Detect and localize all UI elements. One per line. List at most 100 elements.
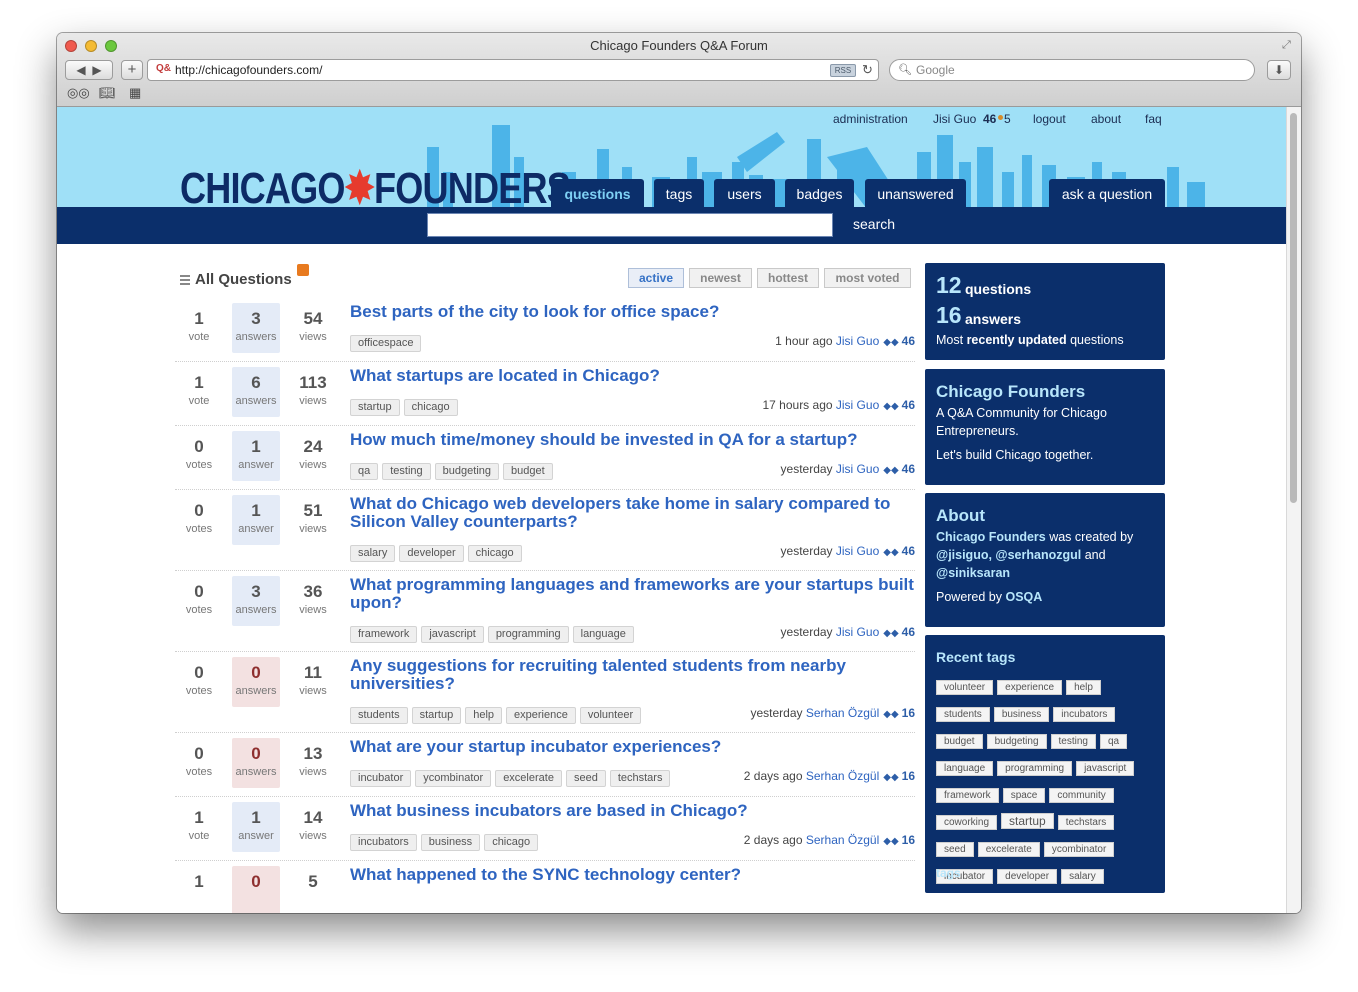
question-author-link[interactable]: Jisi Guo [836, 334, 879, 348]
question-tag[interactable]: startup [411, 707, 462, 724]
recent-tag[interactable]: qa [1100, 734, 1128, 749]
question-title-link[interactable]: What are your startup incubator experien… [350, 738, 915, 756]
recent-tag[interactable]: students [936, 707, 990, 722]
recent-tag[interactable]: programming [997, 761, 1073, 776]
question-tag[interactable]: chicago [467, 545, 522, 562]
question-tag[interactable]: developer [399, 545, 464, 562]
question-tag[interactable]: volunteer [579, 707, 642, 724]
ask-question-button[interactable]: ask a question [1049, 179, 1165, 207]
recent-tag[interactable]: excelerate [977, 842, 1040, 857]
question-title-link[interactable]: What programming languages and framework… [350, 576, 915, 612]
question-author-link[interactable]: Serhan Özgül [806, 706, 879, 720]
question-tag[interactable]: language [572, 626, 634, 643]
question-tag[interactable]: qa [350, 463, 379, 480]
forward-icon[interactable]: ▶ [92, 63, 101, 77]
sort-hottest[interactable]: hottest [757, 268, 819, 288]
recent-tag[interactable]: testing [1050, 734, 1096, 749]
question-title-link[interactable]: What startups are located in Chicago? [350, 367, 915, 385]
about-creators[interactable]: @jisiguo, @serhanozgul [936, 548, 1081, 562]
question-tag[interactable]: chicago [484, 834, 539, 851]
about-link[interactable]: about [1091, 112, 1121, 126]
recent-tag[interactable]: budget [936, 734, 983, 749]
tab-badges[interactable]: badges [785, 179, 854, 207]
question-title-link[interactable]: Best parts of the city to look for offic… [350, 303, 915, 321]
question-tag[interactable]: techstars [609, 770, 671, 787]
question-tag[interactable]: business [420, 834, 481, 851]
recent-tag[interactable]: ycombinator [1043, 842, 1115, 857]
question-author-link[interactable]: Jisi Guo [836, 625, 879, 639]
back-icon[interactable]: ◀ [76, 63, 85, 77]
question-tag[interactable]: salary [350, 545, 396, 562]
rss-feed-icon[interactable] [297, 264, 309, 276]
about-site-link[interactable]: Chicago Founders [936, 530, 1046, 544]
question-title-link[interactable]: Any suggestions for recruiting talented … [350, 657, 915, 693]
question-author-link[interactable]: Jisi Guo [836, 544, 879, 558]
recent-tag[interactable]: javascript [1076, 761, 1135, 776]
question-tag[interactable]: incubators [350, 834, 417, 851]
recent-tag[interactable]: incubators [1053, 707, 1116, 722]
recent-tag[interactable]: salary [1061, 869, 1104, 884]
top-sites-icon[interactable]: ▦ [129, 85, 141, 101]
recent-tag[interactable]: techstars [1057, 815, 1115, 830]
url-bar[interactable]: Q& http://chicagofounders.com/ RSS ↻ [147, 59, 879, 81]
back-forward-buttons[interactable]: ◀ ▶ [65, 60, 113, 80]
rss-badge[interactable]: RSS [830, 64, 856, 77]
question-tag[interactable]: excelerate [495, 770, 562, 787]
question-tag[interactable]: chicago [403, 399, 458, 416]
recent-tag[interactable]: business [993, 707, 1050, 722]
question-tag[interactable]: budget [503, 463, 553, 480]
scrollbar-thumb[interactable] [1290, 113, 1297, 503]
question-tag[interactable]: framework [350, 626, 418, 643]
recent-tag[interactable]: coworking [936, 815, 998, 830]
all-tags-link[interactable]: tags [936, 866, 961, 880]
recent-tag[interactable]: community [1049, 788, 1114, 803]
recent-tag[interactable]: experience [997, 680, 1063, 695]
recent-tag[interactable]: space [1002, 788, 1046, 803]
fullscreen-icon[interactable]: ⤢ [1282, 39, 1291, 52]
reload-icon[interactable]: ↻ [862, 62, 873, 78]
question-author-link[interactable]: Serhan Özgül [806, 769, 879, 783]
question-tag[interactable]: help [465, 707, 503, 724]
tab-tags[interactable]: tags [654, 179, 704, 207]
question-author-link[interactable]: Serhan Özgül [806, 833, 879, 847]
user-link[interactable]: Jisi Guo [933, 112, 976, 126]
recent-tag[interactable]: language [936, 761, 994, 776]
recent-tag[interactable]: volunteer [936, 680, 994, 695]
about-creator-3[interactable]: @siniksaran [936, 566, 1010, 580]
sort-newest[interactable]: newest [689, 268, 752, 288]
question-tag[interactable]: startup [350, 399, 400, 416]
question-author-link[interactable]: Jisi Guo [836, 398, 879, 412]
question-tag[interactable]: javascript [421, 626, 484, 643]
question-tag[interactable]: ycombinator [415, 770, 492, 787]
add-tab-button[interactable]: + [121, 60, 143, 80]
question-tag[interactable]: officespace [350, 335, 422, 352]
question-tag[interactable]: programming [487, 626, 569, 643]
bookmarks-icon[interactable]: 📖︎ [99, 85, 116, 101]
tab-users[interactable]: users [714, 179, 775, 207]
question-tag[interactable]: students [350, 707, 408, 724]
question-author-link[interactable]: Jisi Guo [836, 462, 879, 476]
logout-link[interactable]: logout [1033, 112, 1066, 126]
question-tag[interactable]: experience [506, 707, 576, 724]
question-tag[interactable]: budgeting [434, 463, 499, 480]
google-search-field[interactable]: 🔍︎ Google [889, 59, 1255, 81]
recent-tag[interactable]: budgeting [986, 734, 1047, 749]
osqa-link[interactable]: OSQA [1005, 590, 1042, 604]
recent-tag[interactable]: startup [1001, 813, 1054, 829]
question-title-link[interactable]: What do Chicago web developers take home… [350, 495, 915, 531]
admin-link[interactable]: administration [833, 112, 908, 126]
recent-tag[interactable]: seed [936, 842, 974, 857]
site-search-button[interactable]: search [853, 216, 895, 232]
question-title-link[interactable]: How much time/money should be invested i… [350, 431, 915, 449]
recent-tag[interactable]: framework [936, 788, 999, 803]
reading-list-icon[interactable]: ◎◎ [67, 85, 90, 101]
sort-active[interactable]: active [628, 268, 684, 288]
site-search-input[interactable] [427, 213, 833, 237]
sort-most-voted[interactable]: most voted [824, 268, 911, 288]
recent-tag[interactable]: developer [997, 869, 1058, 884]
question-title-link[interactable]: What business incubators are based in Ch… [350, 802, 915, 820]
question-tag[interactable]: testing [382, 463, 431, 480]
question-tag[interactable]: seed [565, 770, 606, 787]
tab-unanswered[interactable]: unanswered [865, 179, 966, 207]
faq-link[interactable]: faq [1145, 112, 1162, 126]
